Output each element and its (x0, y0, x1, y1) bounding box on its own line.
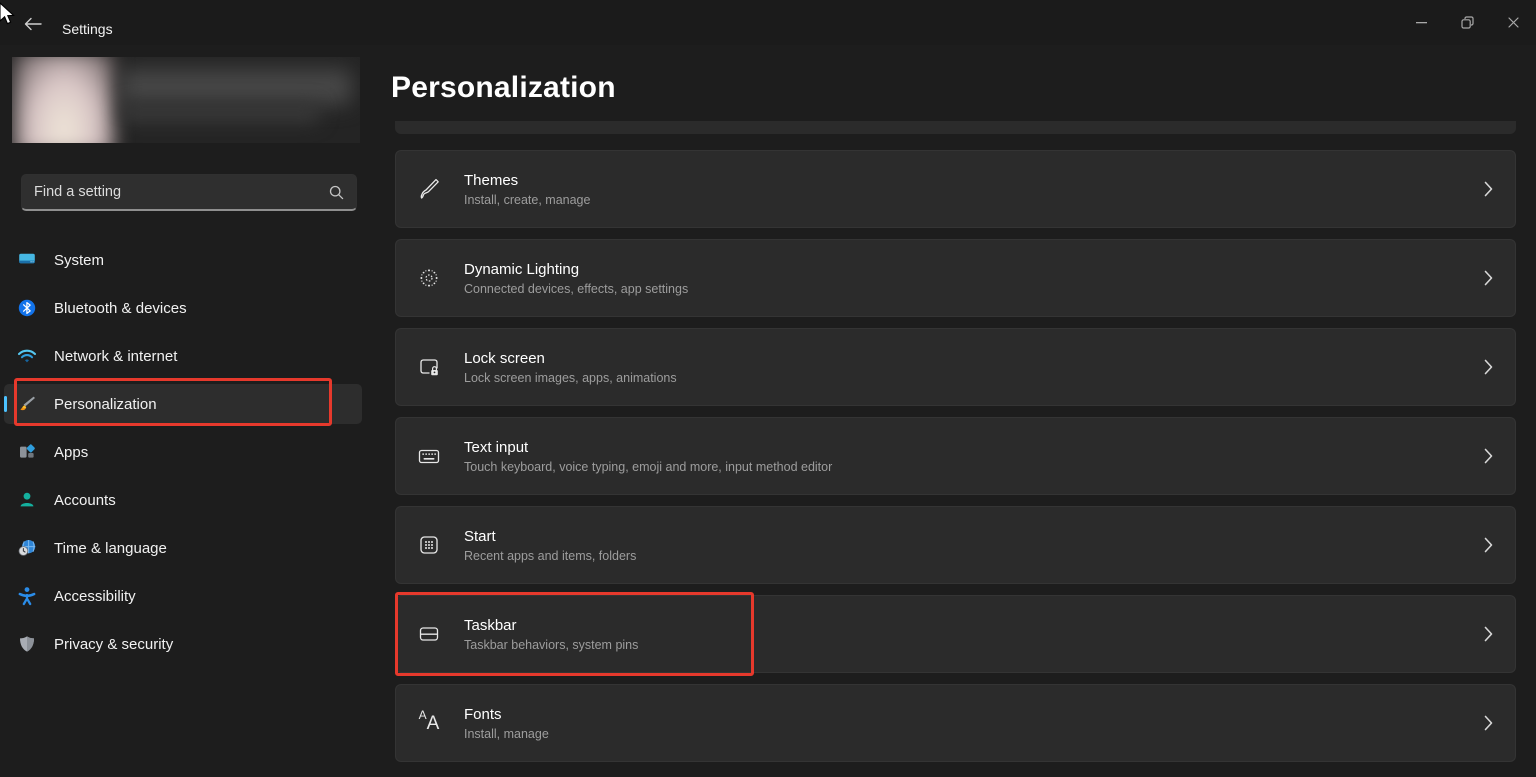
chevron-right-icon (1484, 270, 1493, 286)
row-title: Lock screen (464, 349, 545, 367)
sidebar-item-label: Accessibility (54, 587, 136, 605)
settings-row-fonts[interactable]: AA Fonts Install, manage (395, 684, 1516, 762)
fonts-icon: AA (418, 708, 440, 734)
user-profile-blurred[interactable] (12, 57, 360, 143)
chevron-right-icon (1484, 626, 1493, 642)
chevron-right-icon (1484, 359, 1493, 375)
user-email-blurred (120, 103, 320, 123)
restore-icon (1460, 16, 1474, 29)
sidebar-item-bluetooth-devices[interactable]: Bluetooth & devices (4, 288, 362, 328)
settings-row-dynamic-lighting[interactable]: Dynamic Lighting Connected devices, effe… (395, 239, 1516, 317)
window-controls (1398, 0, 1536, 45)
themes-icon (415, 175, 443, 203)
bluetooth-icon (17, 298, 37, 318)
row-title: Start (464, 527, 496, 545)
sidebar-item-label: Network & internet (54, 347, 178, 365)
start-icon (415, 531, 443, 559)
sidebar-item-system[interactable]: System (4, 240, 362, 280)
sidebar-item-personalization[interactable]: Personalization (4, 384, 362, 424)
page-title: Personalization (391, 71, 616, 104)
sidebar-nav: System Bluetooth & devices Network & int… (4, 240, 362, 664)
chevron-right-icon (1484, 537, 1493, 553)
sidebar-item-label: Accounts (54, 491, 116, 509)
sidebar-item-label: Privacy & security (54, 635, 174, 653)
dynamic-lighting-icon (415, 264, 443, 292)
lock-screen-icon (415, 353, 443, 381)
system-icon (17, 250, 37, 270)
row-title: Taskbar (464, 616, 517, 634)
taskbar-icon (415, 620, 443, 648)
settings-row-taskbar[interactable]: Taskbar Taskbar behaviors, system pins (395, 595, 1516, 673)
settings-window: Settings Find a setting System Bluetooth… (0, 0, 1536, 777)
time-language-icon (17, 538, 37, 558)
search-box[interactable] (21, 174, 357, 211)
sidebar: System Bluetooth & devices (0, 45, 378, 777)
back-arrow-icon (24, 17, 42, 31)
accessibility-icon (17, 586, 37, 606)
search-icon[interactable] (329, 185, 344, 200)
row-title: Dynamic Lighting (464, 260, 580, 278)
row-subtitle: Recent apps and items, folders (464, 548, 637, 563)
row-subtitle: Install, create, manage (464, 192, 591, 207)
main-content: Personalization Themes Install, create, … (391, 45, 1516, 777)
sidebar-item-label: Time & language (54, 539, 167, 557)
settings-row-start[interactable]: Start Recent apps and items, folders (395, 506, 1516, 584)
row-subtitle: Install, manage (464, 726, 549, 741)
restore-button[interactable] (1444, 0, 1490, 45)
minimize-button[interactable] (1398, 0, 1444, 45)
settings-row-lock-screen[interactable]: Lock screen Lock screen images, apps, an… (395, 328, 1516, 406)
minimize-icon (1415, 21, 1427, 23)
row-subtitle: Lock screen images, apps, animations (464, 370, 677, 385)
row-subtitle: Touch keyboard, voice typing, emoji and … (464, 459, 833, 474)
title-bar: Settings (0, 0, 1536, 45)
chevron-right-icon (1484, 448, 1493, 464)
personalization-icon (17, 394, 37, 414)
text-input-icon (415, 442, 443, 470)
settings-row-text-input[interactable]: Text input Touch keyboard, voice typing,… (395, 417, 1516, 495)
shield-icon (17, 634, 37, 654)
sidebar-item-accounts[interactable]: Accounts (4, 480, 362, 520)
mouse-cursor (0, 2, 15, 25)
sidebar-item-time-language[interactable]: Time & language (4, 528, 362, 568)
row-title: Themes (464, 171, 519, 189)
apps-icon (17, 442, 37, 462)
sidebar-item-apps[interactable]: Apps (4, 432, 362, 472)
sidebar-item-label: Apps (54, 443, 89, 461)
sidebar-item-accessibility[interactable]: Accessibility (4, 576, 362, 616)
close-button[interactable] (1490, 0, 1536, 45)
row-subtitle: Taskbar behaviors, system pins (464, 637, 639, 652)
avatar (14, 57, 114, 143)
close-icon (1507, 17, 1519, 28)
selected-indicator-pill (4, 396, 7, 412)
wifi-icon (17, 346, 37, 366)
accounts-icon (17, 490, 37, 510)
partial-card-above[interactable] (395, 121, 1516, 134)
chevron-right-icon (1484, 715, 1493, 731)
row-title: Text input (464, 438, 529, 456)
row-subtitle: Connected devices, effects, app settings (464, 281, 689, 296)
user-name-blurred (120, 69, 352, 105)
sidebar-item-label: Personalization (54, 395, 157, 413)
chevron-right-icon (1484, 181, 1493, 197)
settings-list: Themes Install, create, manage Dynamic L… (395, 150, 1516, 762)
sidebar-item-label: Bluetooth & devices (54, 299, 187, 317)
sidebar-item-network-internet[interactable]: Network & internet (4, 336, 362, 376)
row-title: Fonts (464, 705, 502, 723)
sidebar-item-label: System (54, 251, 105, 269)
back-button[interactable] (16, 11, 50, 37)
settings-row-themes[interactable]: Themes Install, create, manage (395, 150, 1516, 228)
search-input[interactable] (22, 184, 329, 200)
sidebar-item-privacy-security[interactable]: Privacy & security (4, 624, 362, 664)
window-title: Settings (62, 21, 113, 37)
